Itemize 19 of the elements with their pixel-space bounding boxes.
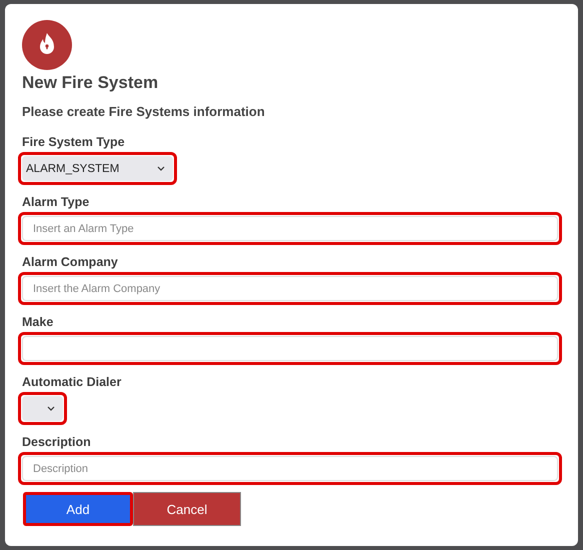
- dialog-subtitle: Please create Fire Systems information: [22, 104, 266, 119]
- add-button[interactable]: Add: [23, 492, 133, 526]
- fire-icon: [22, 20, 72, 70]
- dropdown[interactable]: [18, 392, 67, 425]
- caret-icon: [157, 166, 165, 171]
- input-field[interactable]: Description: [18, 452, 562, 485]
- field-label: Fire System Type: [22, 135, 126, 149]
- field-label: Alarm Type: [22, 195, 90, 209]
- dialog-title: New Fire System: [22, 73, 160, 93]
- field-label: Automatic Dialer: [22, 375, 122, 389]
- dropdown[interactable]: ALARM_SYSTEM: [18, 152, 177, 185]
- field-label: Alarm Company: [22, 255, 119, 269]
- input-field[interactable]: [18, 332, 562, 365]
- field-label: Make: [22, 315, 54, 329]
- cancel-button[interactable]: Cancel: [133, 492, 241, 526]
- input-field[interactable]: Insert the Alarm Company: [18, 272, 562, 305]
- field-label: Description: [22, 435, 92, 449]
- input-field[interactable]: Insert an Alarm Type: [18, 212, 562, 245]
- caret-icon: [47, 406, 55, 411]
